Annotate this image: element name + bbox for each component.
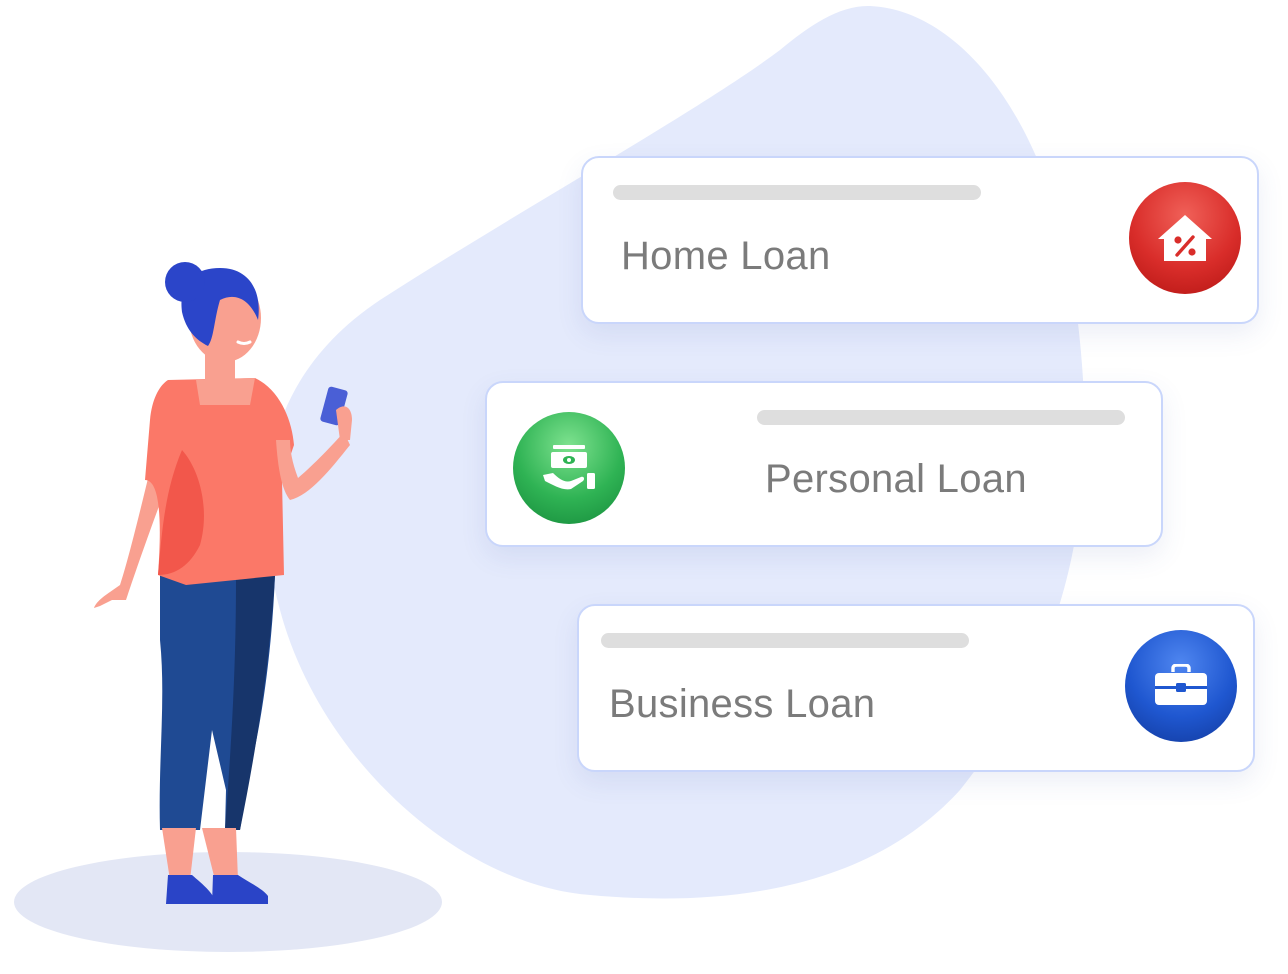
briefcase-icon <box>1155 664 1207 705</box>
placeholder-bar <box>757 410 1125 425</box>
personal-loan-label: Personal Loan <box>765 457 1027 501</box>
business-loan-card[interactable]: Business Loan <box>577 604 1255 772</box>
placeholder-bar <box>601 633 969 648</box>
money-hand-icon <box>543 445 595 490</box>
home-loan-label: Home Loan <box>621 234 831 278</box>
home-loan-badge <box>1129 182 1241 294</box>
business-loan-label: Business Loan <box>609 682 876 726</box>
business-loan-badge <box>1125 630 1237 742</box>
personal-loan-card[interactable]: Personal Loan <box>485 381 1163 547</box>
personal-loan-badge <box>513 412 625 524</box>
placeholder-bar <box>613 185 981 200</box>
home-percent-icon <box>1158 215 1212 261</box>
home-loan-card[interactable]: Home Loan <box>581 156 1259 324</box>
